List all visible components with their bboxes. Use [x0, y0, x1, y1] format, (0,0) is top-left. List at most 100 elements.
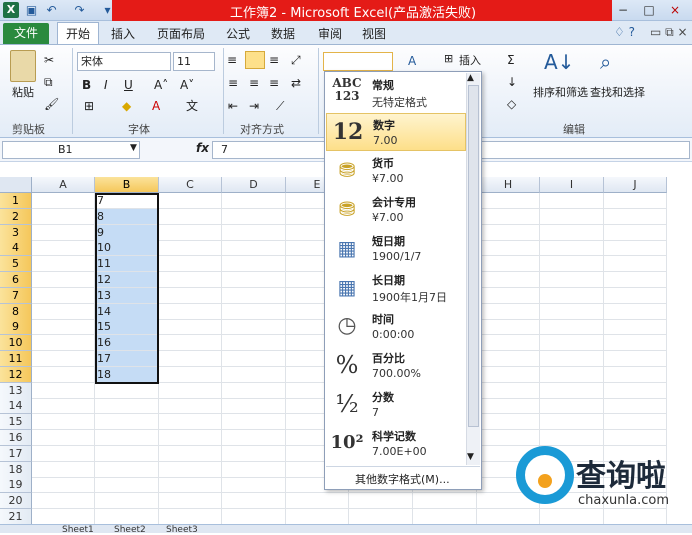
number-format-option[interactable]: ⛃ 会计专用 ¥7.00: [326, 191, 466, 229]
cell-b14[interactable]: [95, 398, 159, 415]
row-header[interactable]: 21: [0, 509, 32, 525]
shrink-font-icon[interactable]: A˅: [180, 77, 194, 93]
cell-f21[interactable]: [349, 509, 413, 525]
cell-d6[interactable]: [222, 272, 286, 288]
cell-j1[interactable]: [604, 193, 667, 209]
cell-j16[interactable]: [604, 430, 667, 446]
row-header[interactable]: 1: [0, 193, 32, 209]
minimize-button[interactable]: −: [610, 1, 636, 19]
row-header[interactable]: 4: [0, 240, 32, 257]
row-header[interactable]: 9: [0, 319, 32, 336]
cell-i5[interactable]: [540, 256, 604, 273]
cell-a11[interactable]: [32, 351, 95, 367]
cell-d15[interactable]: [222, 414, 286, 431]
cell-a17[interactable]: [32, 445, 95, 462]
row-header[interactable]: 18: [0, 461, 32, 478]
cell-e21[interactable]: [286, 509, 349, 525]
tab-insert[interactable]: 插入: [111, 25, 135, 42]
select-all-corner[interactable]: [0, 177, 32, 193]
row-header[interactable]: 14: [0, 398, 32, 415]
row-header[interactable]: 10: [0, 335, 32, 352]
cell-d20[interactable]: [222, 493, 286, 510]
cell-d11[interactable]: [222, 351, 286, 367]
cell-a7[interactable]: [32, 287, 95, 304]
cell-a13[interactable]: [32, 382, 95, 399]
cell-c14[interactable]: [159, 398, 222, 415]
cut-icon[interactable]: ✂: [44, 52, 54, 68]
number-format-option[interactable]: ½ 分数 7: [326, 386, 466, 424]
column-header-d[interactable]: D: [222, 177, 286, 193]
cell-h3[interactable]: [477, 224, 540, 241]
row-header[interactable]: 6: [0, 272, 32, 288]
cell-i6[interactable]: [540, 272, 604, 288]
insert-function-icon[interactable]: fx: [196, 141, 209, 155]
cell-c6[interactable]: [159, 272, 222, 288]
cell-c20[interactable]: [159, 493, 222, 510]
row-header[interactable]: 17: [0, 445, 32, 462]
number-format-option[interactable]: % 百分比 700.00%: [326, 347, 466, 385]
cell-j4[interactable]: [604, 240, 667, 257]
row-header[interactable]: 13: [0, 382, 32, 399]
tab-file[interactable]: 文件: [3, 23, 49, 44]
cell-j13[interactable]: [604, 382, 667, 399]
cell-d7[interactable]: [222, 287, 286, 304]
sheet-tab[interactable]: Sheet3: [166, 525, 198, 535]
clear-icon[interactable]: ◇: [507, 96, 516, 112]
cell-a19[interactable]: [32, 477, 95, 494]
sort-filter-icon[interactable]: A↓: [544, 52, 574, 72]
cell-a8[interactable]: [32, 303, 95, 320]
cell-a15[interactable]: [32, 414, 95, 431]
cell-c15[interactable]: [159, 414, 222, 431]
text-direction-icon[interactable]: ⤢: [291, 52, 301, 68]
cell-d5[interactable]: [222, 256, 286, 273]
cell-i10[interactable]: [540, 335, 604, 352]
cell-c1[interactable]: [159, 193, 222, 209]
cell-h15[interactable]: [477, 414, 540, 431]
cell-h14[interactable]: [477, 398, 540, 415]
cell-i8[interactable]: [540, 303, 604, 320]
cell-d4[interactable]: [222, 240, 286, 257]
cell-c13[interactable]: [159, 382, 222, 399]
sheet-tab[interactable]: Sheet1: [62, 525, 94, 535]
column-header-c[interactable]: C: [159, 177, 222, 193]
row-header[interactable]: 3: [0, 224, 32, 241]
cell-a12[interactable]: [32, 366, 95, 383]
cell-a10[interactable]: [32, 335, 95, 352]
row-header[interactable]: 19: [0, 477, 32, 494]
column-header-a[interactable]: A: [32, 177, 95, 193]
cell-c2[interactable]: [159, 208, 222, 225]
cell-c11[interactable]: [159, 351, 222, 367]
cell-j14[interactable]: [604, 398, 667, 415]
font-dialog-a-icon[interactable]: A: [408, 53, 416, 69]
cell-c8[interactable]: [159, 303, 222, 320]
cell-h11[interactable]: [477, 351, 540, 367]
cell-e20[interactable]: [286, 493, 349, 510]
scroll-thumb[interactable]: [468, 85, 479, 427]
cell-b18[interactable]: [95, 461, 159, 478]
ribbon-min-icon[interactable]: ▭ ⧉ ×: [650, 25, 688, 40]
cell-d14[interactable]: [222, 398, 286, 415]
number-format-option[interactable]: ⛃ 货币 ¥7.00: [326, 152, 466, 190]
align-center-icon[interactable]: ≡: [249, 75, 259, 91]
cell-c12[interactable]: [159, 366, 222, 383]
row-header[interactable]: 8: [0, 303, 32, 320]
cell-a16[interactable]: [32, 430, 95, 446]
grow-font-icon[interactable]: A˄: [154, 77, 168, 93]
number-format-option[interactable]: 10² 科学记数 7.00E+00: [326, 425, 466, 463]
cell-c21[interactable]: [159, 509, 222, 525]
cell-h5[interactable]: [477, 256, 540, 273]
cell-i1[interactable]: [540, 193, 604, 209]
cell-j2[interactable]: [604, 208, 667, 225]
cell-h13[interactable]: [477, 382, 540, 399]
cell-j9[interactable]: [604, 319, 667, 336]
border-icon[interactable]: ⊞: [84, 98, 94, 114]
tab-formulas[interactable]: 公式: [226, 25, 250, 42]
increase-indent-icon[interactable]: ⇥: [249, 98, 259, 114]
cell-d8[interactable]: [222, 303, 286, 320]
cell-d13[interactable]: [222, 382, 286, 399]
save-icon[interactable]: ▣: [24, 3, 39, 18]
cell-b19[interactable]: [95, 477, 159, 494]
number-format-option[interactable]: ▦ 长日期 1900年1月7日: [326, 269, 466, 307]
redo-icon[interactable]: ↷: [72, 3, 87, 18]
more-number-formats-label[interactable]: 其他数字格式(M)...: [355, 471, 450, 487]
